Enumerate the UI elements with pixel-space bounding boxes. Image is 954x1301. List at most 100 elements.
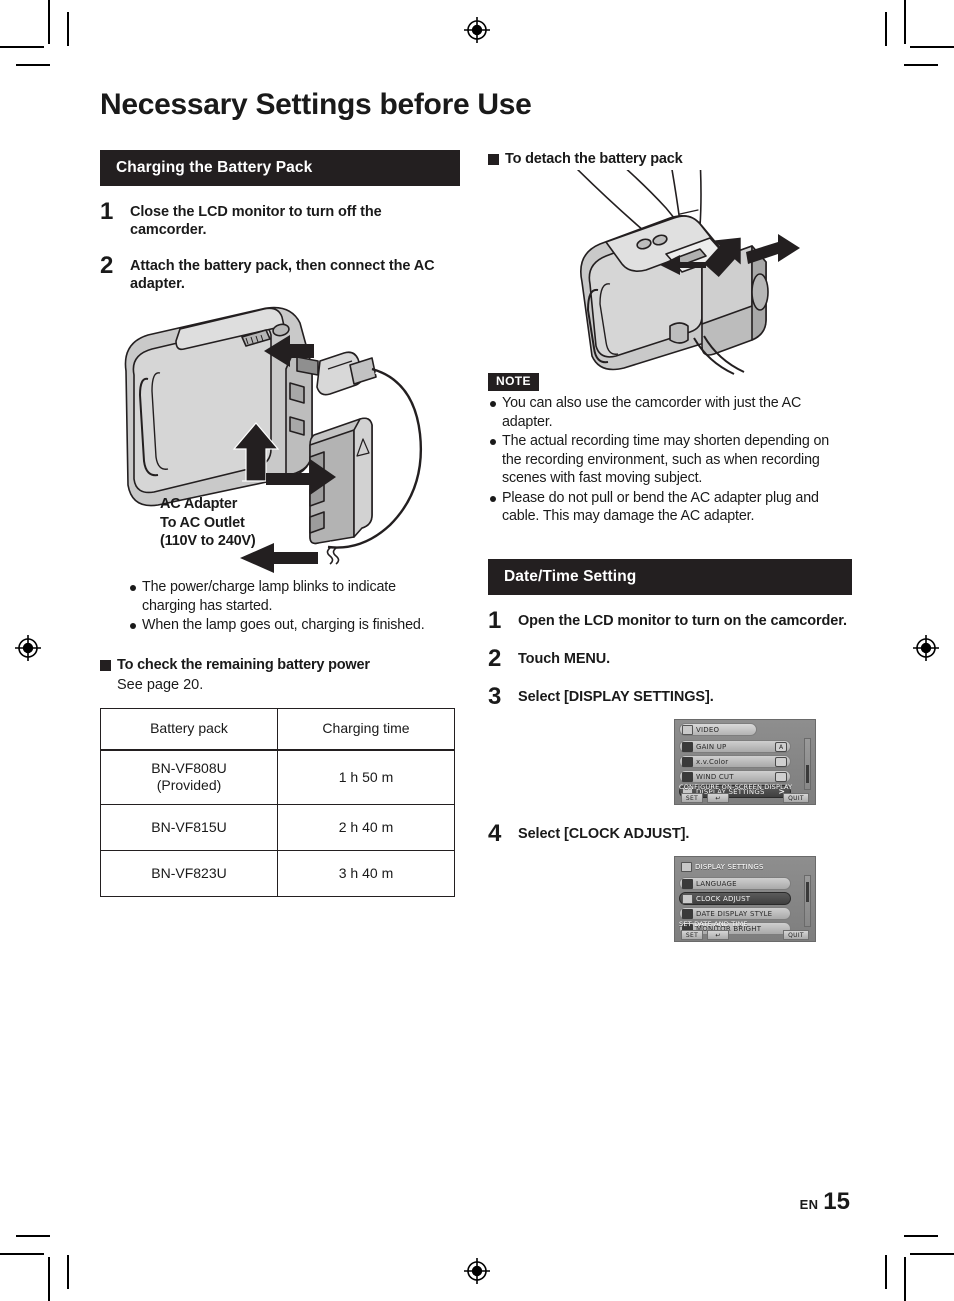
crop-mark [67,12,69,46]
crop-mark [910,46,954,48]
step-text: Open the LCD monitor to turn on the camc… [518,613,847,630]
lcd-set-button[interactable]: SET [681,793,703,804]
list-item: The power/charge lamp blinks to indicate… [128,578,446,615]
lcd-back-button[interactable]: ↩ [707,930,729,941]
subheading-check-battery: To check the remaining battery power [100,656,460,674]
lcd-scrollbar[interactable] [804,875,811,928]
lcd-item-language[interactable]: LANGUAGE [679,877,791,891]
crop-mark [885,12,887,46]
lcd-item-label: x.v.Color [696,757,729,766]
footer-page-number: 15 [823,1188,850,1215]
step-text: Close the LCD monitor to turn off the ca… [130,204,382,239]
crop-mark [48,0,50,44]
right-column: To detach the battery pack NOTE You can … [488,150,852,943]
crop-mark [48,1257,50,1301]
lcd-breadcrumb-label: DISPLAY SETTINGS [695,862,764,871]
lcd-item-date-display-style[interactable]: DATE DISPLAY STYLE [679,907,791,921]
registration-target-icon [911,633,941,663]
left-column: Charging the Battery Pack 1 Close the LC… [100,150,460,897]
language-icon [682,878,693,889]
note-block: NOTE You can also use the camcorder with… [488,372,852,525]
lcd-item-value [775,756,787,767]
registration-target-icon [462,15,492,45]
ac-caption-line-1: AC Adapter [160,496,238,513]
detach-battery-illustration [494,170,852,378]
cell-battery-name: BN-VF823U [100,849,278,897]
registration-target-icon [13,633,43,663]
lcd-breadcrumb-label: VIDEO [696,725,720,734]
cell-charging-time: 1 h 50 m [277,749,455,805]
lcd-breadcrumb-video: VIDEO [679,723,757,737]
step-2-charging: 2 Attach the battery pack, then connect … [100,253,460,294]
gain-up-icon [682,741,693,752]
subheading-label: To detach the battery pack [505,151,683,167]
square-bullet-icon [488,154,499,165]
crop-mark [0,46,44,48]
step-number: 1 [488,607,502,635]
subheading-body: See page 20. [117,676,204,693]
lcd-menu-screenshot-display-settings: DISPLAY SETTINGS LANGUAGE CLOCK ADJUST D… [674,856,816,943]
step-number: 1 [100,198,114,226]
step-3-datetime: 3 Select [DISPLAY SETTINGS]. [488,683,852,711]
lcd-hint-text: CONFIGURE ON-SCREEN DISPLAY [679,783,793,792]
step-text: Select [DISPLAY SETTINGS]. [518,689,714,706]
charging-bullet-list: The power/charge lamp blinks to indicate… [128,578,446,634]
step-number: 3 [488,683,502,711]
crop-mark [0,1253,44,1255]
lcd-scroll-thumb[interactable] [806,765,809,784]
crop-mark [904,0,906,44]
list-item: When the lamp goes out, charging is fini… [128,616,446,634]
table-header-row: Battery pack Charging time [100,708,455,751]
step-text: Attach the battery pack, then connect th… [130,257,435,292]
table-row: BN-VF808U (Provided) 1 h 50 m [100,749,455,805]
video-camera-icon [682,724,693,735]
page-header: Necessary Settings before Use [100,88,848,121]
registration-target-icon [462,1256,492,1286]
lcd-button-bar: SET ↩ QUIT [675,929,815,941]
cell-battery-name: BN-VF815U [100,803,278,851]
crop-mark [16,64,50,66]
section-header-datetime: Date/Time Setting [488,559,852,596]
lcd-back-button[interactable]: ↩ [707,793,729,804]
list-item: Please do not pull or bend the AC adapte… [488,489,852,526]
charging-time-table: Battery pack Charging time BN-VF808U (Pr… [100,708,455,897]
crop-mark [67,1255,69,1289]
lcd-item-clock-adjust[interactable]: CLOCK ADJUST [679,892,791,906]
step-text: Touch MENU. [518,651,611,668]
table-row: BN-VF815U 2 h 40 m [100,803,455,851]
step-number: 2 [488,645,502,673]
lcd-scrollbar[interactable] [804,738,811,791]
note-bullet-list: You can also use the camcorder with just… [488,394,852,525]
lcd-item-gain-up[interactable]: GAIN UP A [679,740,791,754]
battery-name-line-1: BN-VF808U [151,759,227,776]
step-1-datetime: 1 Open the LCD monitor to turn on the ca… [488,607,852,635]
square-bullet-icon [100,660,111,672]
lcd-item-label: LANGUAGE [696,879,737,888]
lcd-quit-button[interactable]: QUIT [783,793,809,804]
step-2-datetime: 2 Touch MENU. [488,645,852,673]
lcd-item-xv-color[interactable]: x.v.Color [679,755,791,769]
manual-page: Necessary Settings before Use Charging t… [0,0,954,1301]
crop-mark [904,64,938,66]
lcd-scroll-thumb[interactable] [806,882,809,903]
lcd-quit-button[interactable]: QUIT [783,930,809,941]
lcd-item-wind-cut[interactable]: WIND CUT [679,770,791,784]
lcd-item-value [775,771,787,782]
step-4-datetime: 4 Select [CLOCK ADJUST]. [488,822,852,846]
crop-mark [16,1235,50,1237]
footer-locale: EN [799,1197,819,1212]
step-text: Select [CLOCK ADJUST]. [518,826,690,843]
step-1-charging: 1 Close the LCD monitor to turn off the … [100,198,460,240]
cell-charging-time: 2 h 40 m [277,803,455,851]
lcd-menu-screenshot-video: VIDEO GAIN UP A x.v.Color WIND CUT DISPL… [674,719,816,806]
section-header-charging: Charging the Battery Pack [100,150,460,187]
column-header-charging-time: Charging time [277,708,455,751]
lcd-item-label: CLOCK ADJUST [696,894,751,903]
battery-name-line-2: (Provided) [156,777,222,794]
lcd-set-button[interactable]: SET [681,930,703,941]
display-settings-icon [681,861,692,872]
camcorder-battery-ac-illustration: AC Adapter To AC Outlet (110V to 240V) [114,299,460,574]
wind-cut-icon [682,771,693,782]
lcd-hint-text: SET DATE AND TIME [679,920,748,929]
subheading-label: To check the remaining battery power [117,657,370,674]
